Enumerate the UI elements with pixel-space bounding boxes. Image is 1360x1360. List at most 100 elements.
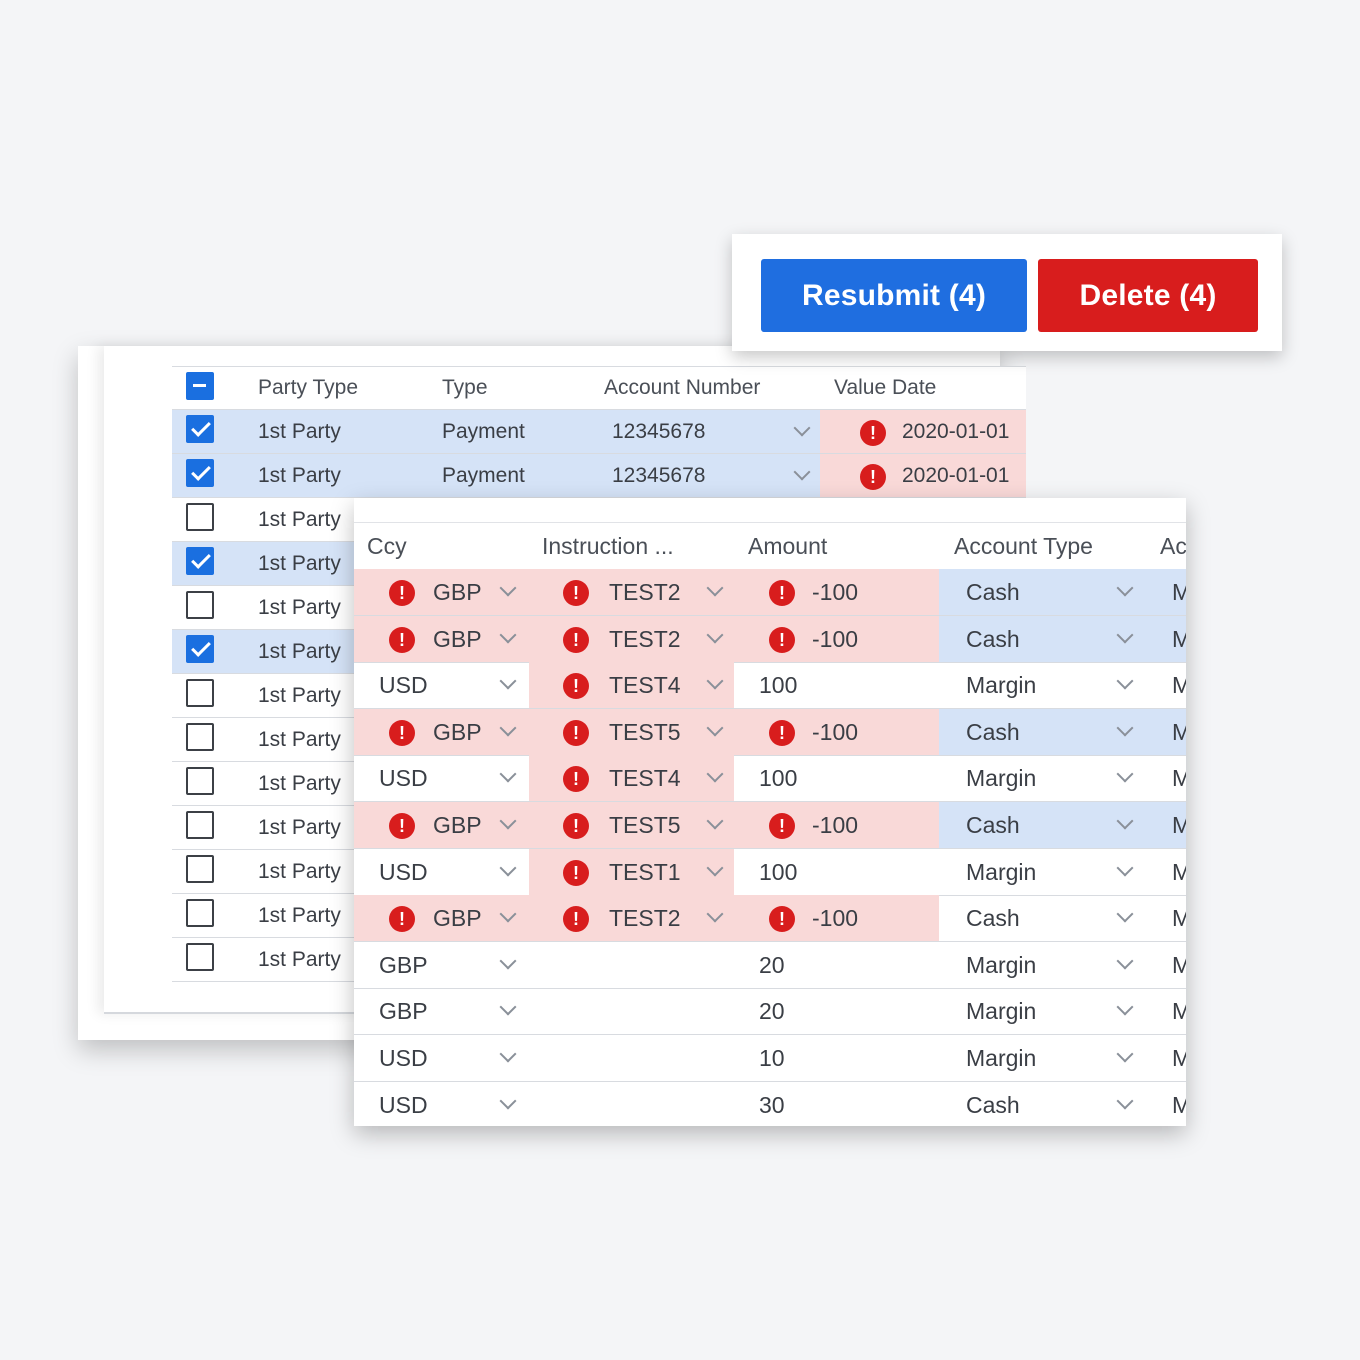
amount-cell[interactable]: ! -100 bbox=[734, 569, 939, 615]
table-row[interactable]: ! GBP! TEST2! -100 Cash M bbox=[354, 569, 1186, 616]
chevron-down-icon[interactable] bbox=[499, 579, 517, 597]
chevron-down-icon[interactable] bbox=[1116, 672, 1134, 690]
header-party-type[interactable]: Party Type bbox=[258, 367, 358, 409]
row-checkbox[interactable] bbox=[186, 811, 214, 839]
amount-cell[interactable]: ! -100 bbox=[734, 895, 939, 942]
table-row[interactable]: GBP 20 Margin M bbox=[354, 942, 1186, 989]
chevron-down-icon[interactable] bbox=[499, 812, 517, 830]
ccy-cell[interactable]: USD bbox=[354, 1082, 529, 1126]
ccy-cell[interactable]: USD bbox=[354, 1035, 529, 1081]
next-column-cell[interactable]: M bbox=[1145, 1082, 1186, 1126]
row-checkbox[interactable] bbox=[186, 855, 214, 883]
header-next-column[interactable]: Ac bbox=[1145, 523, 1186, 569]
row-checkbox[interactable] bbox=[186, 591, 214, 619]
chevron-down-icon[interactable] bbox=[706, 859, 724, 877]
amount-cell[interactable]: ! -100 bbox=[734, 615, 939, 662]
value-date-cell[interactable]: ! 2020-01-01 bbox=[820, 454, 1026, 497]
instruction-cell[interactable]: ! TEST1 bbox=[529, 848, 734, 895]
chevron-down-icon[interactable] bbox=[499, 905, 517, 923]
row-checkbox[interactable] bbox=[186, 547, 214, 575]
next-column-cell[interactable]: M bbox=[1145, 895, 1186, 941]
account-type-cell[interactable]: Cash bbox=[939, 1082, 1145, 1126]
row-checkbox[interactable] bbox=[186, 943, 214, 971]
row-checkbox[interactable] bbox=[186, 679, 214, 707]
table-row[interactable]: ! GBP! TEST5! -100 Cash M bbox=[354, 708, 1186, 756]
chevron-down-icon[interactable] bbox=[1116, 952, 1134, 970]
instruction-cell[interactable] bbox=[529, 942, 734, 988]
next-column-cell[interactable]: M bbox=[1145, 569, 1186, 615]
chevron-down-icon[interactable] bbox=[499, 626, 517, 644]
ccy-cell[interactable]: ! GBP bbox=[354, 895, 529, 942]
table-row[interactable]: USD 10 Margin M bbox=[354, 1035, 1186, 1082]
row-checkbox[interactable] bbox=[186, 415, 214, 443]
chevron-down-icon[interactable] bbox=[793, 419, 811, 437]
chevron-down-icon[interactable] bbox=[1116, 626, 1134, 644]
account-type-cell[interactable]: Cash bbox=[939, 708, 1145, 755]
ccy-cell[interactable]: ! GBP bbox=[354, 802, 529, 848]
amount-cell[interactable]: 30 bbox=[734, 1082, 939, 1126]
chevron-down-icon[interactable] bbox=[499, 672, 517, 690]
chevron-down-icon[interactable] bbox=[499, 859, 517, 877]
table-row[interactable]: USD! TEST4 100 Margin M bbox=[354, 755, 1186, 803]
instruction-cell[interactable] bbox=[529, 988, 734, 1034]
instruction-cell[interactable]: ! TEST2 bbox=[529, 895, 734, 942]
ccy-cell[interactable]: ! GBP bbox=[354, 615, 529, 662]
next-column-cell[interactable]: M bbox=[1145, 849, 1186, 895]
chevron-down-icon[interactable] bbox=[706, 905, 724, 923]
account-number-cell[interactable]: 12345678 bbox=[612, 410, 705, 453]
amount-cell[interactable]: ! -100 bbox=[734, 802, 939, 848]
chevron-down-icon[interactable] bbox=[1116, 812, 1134, 830]
value-date-cell[interactable]: ! 2020-01-01 bbox=[820, 410, 1026, 453]
delete-button[interactable]: Delete (4) bbox=[1038, 259, 1258, 332]
account-type-cell[interactable]: Margin bbox=[939, 662, 1145, 708]
instruction-cell[interactable] bbox=[529, 1082, 734, 1126]
chevron-down-icon[interactable] bbox=[1116, 859, 1134, 877]
row-checkbox[interactable] bbox=[186, 459, 214, 487]
table-row[interactable]: USD! TEST1 100 Margin M bbox=[354, 848, 1186, 896]
account-type-cell[interactable]: Margin bbox=[939, 988, 1145, 1034]
chevron-down-icon[interactable] bbox=[706, 765, 724, 783]
amount-cell[interactable]: 20 bbox=[734, 988, 939, 1034]
account-type-cell[interactable]: Margin bbox=[939, 942, 1145, 988]
next-column-cell[interactable]: M bbox=[1145, 662, 1186, 708]
chevron-down-icon[interactable] bbox=[1116, 998, 1134, 1016]
header-type[interactable]: Type bbox=[442, 367, 488, 409]
header-amount[interactable]: Amount bbox=[734, 523, 939, 569]
header-account-number[interactable]: Account Number bbox=[604, 367, 760, 409]
next-column-cell[interactable]: M bbox=[1145, 1035, 1186, 1081]
chevron-down-icon[interactable] bbox=[499, 1045, 517, 1063]
chevron-down-icon[interactable] bbox=[499, 998, 517, 1016]
chevron-down-icon[interactable] bbox=[499, 952, 517, 970]
ccy-cell[interactable]: GBP bbox=[354, 988, 529, 1034]
instruction-cell[interactable]: ! TEST2 bbox=[529, 569, 734, 615]
table-row[interactable]: 1st Party Payment 12345678! 2020-01-01 bbox=[172, 454, 1026, 498]
chevron-down-icon[interactable] bbox=[499, 1092, 517, 1110]
row-checkbox[interactable] bbox=[186, 723, 214, 751]
chevron-down-icon[interactable] bbox=[1116, 1045, 1134, 1063]
account-type-cell[interactable]: Margin bbox=[939, 1035, 1145, 1081]
header-account-type[interactable]: Account Type bbox=[939, 523, 1145, 569]
next-column-cell[interactable]: M bbox=[1145, 802, 1186, 848]
table-row[interactable]: USD! TEST4 100 Margin M bbox=[354, 662, 1186, 710]
amount-cell[interactable]: 100 bbox=[734, 662, 939, 708]
table-row[interactable]: ! GBP! TEST2! -100 Cash M bbox=[354, 895, 1186, 943]
header-value-date[interactable]: Value Date bbox=[820, 367, 1026, 409]
chevron-down-icon[interactable] bbox=[499, 765, 517, 783]
chevron-down-icon[interactable] bbox=[499, 719, 517, 737]
account-type-cell[interactable]: Margin bbox=[939, 755, 1145, 801]
ccy-cell[interactable]: ! GBP bbox=[354, 708, 529, 755]
account-type-cell[interactable]: Cash bbox=[939, 802, 1145, 848]
chevron-down-icon[interactable] bbox=[1116, 579, 1134, 597]
ccy-cell[interactable]: GBP bbox=[354, 942, 529, 988]
account-type-cell[interactable]: Cash bbox=[939, 895, 1145, 941]
select-all-checkbox[interactable] bbox=[186, 372, 214, 400]
table-row[interactable]: ! GBP! TEST5! -100 Cash M bbox=[354, 802, 1186, 849]
chevron-down-icon[interactable] bbox=[706, 812, 724, 830]
account-type-cell[interactable]: Cash bbox=[939, 569, 1145, 615]
row-checkbox[interactable] bbox=[186, 503, 214, 531]
instruction-cell[interactable]: ! TEST4 bbox=[529, 755, 734, 802]
table-row[interactable]: 1st Party Payment 12345678! 2020-01-01 bbox=[172, 410, 1026, 454]
amount-cell[interactable]: ! -100 bbox=[734, 708, 939, 755]
chevron-down-icon[interactable] bbox=[706, 579, 724, 597]
header-instruction[interactable]: Instruction ... bbox=[529, 523, 734, 569]
